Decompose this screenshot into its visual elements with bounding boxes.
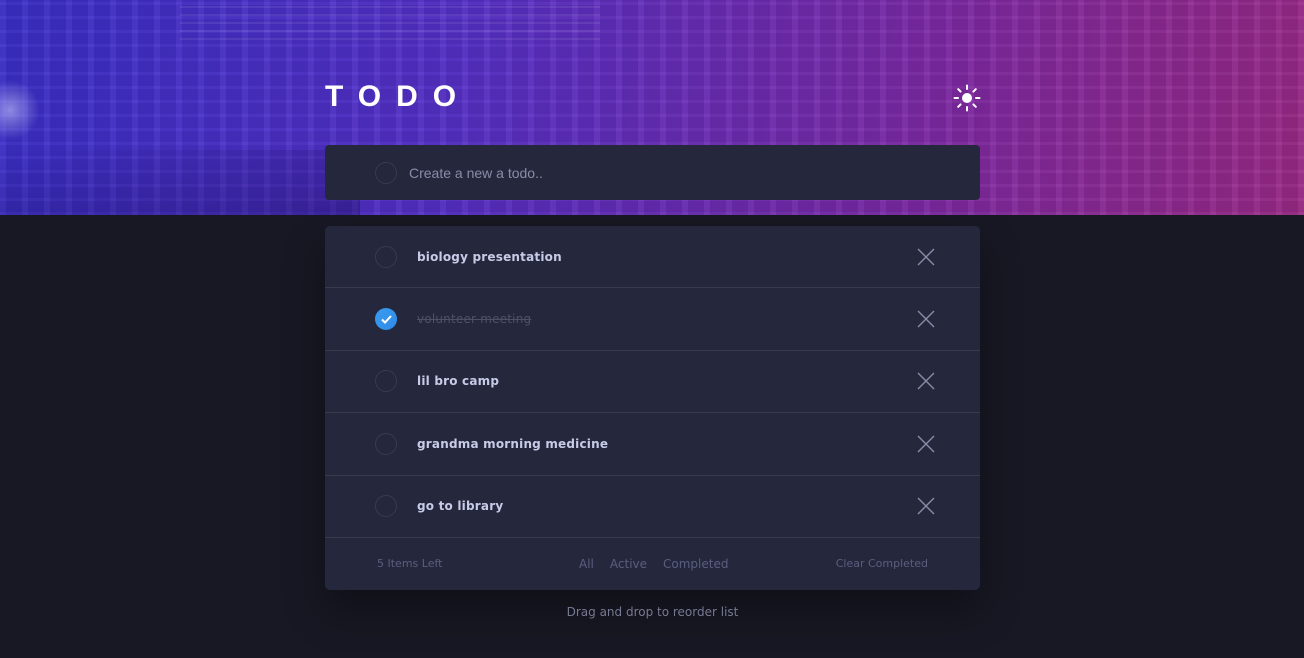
background-floor bbox=[0, 150, 360, 215]
todo-checkbox[interactable] bbox=[375, 495, 397, 518]
delete-icon[interactable] bbox=[916, 371, 936, 391]
clear-completed-button[interactable]: Clear Completed bbox=[836, 557, 928, 570]
todo-label: lil bro camp bbox=[417, 374, 500, 389]
todo-label: biology presentation bbox=[417, 249, 562, 264]
todo-checkbox[interactable] bbox=[375, 370, 397, 393]
background-light bbox=[0, 80, 40, 140]
todo-list: biology presentation volunteer meeting l… bbox=[325, 226, 980, 590]
filter-group: All Active Completed bbox=[579, 557, 728, 571]
items-left-count: 5 Items Left bbox=[377, 557, 443, 571]
todo-label: volunteer meeting bbox=[417, 312, 532, 327]
filter-completed[interactable]: Completed bbox=[663, 557, 728, 571]
todo-label: grandma morning medicine bbox=[417, 436, 609, 451]
todo-item[interactable]: grandma morning medicine bbox=[325, 413, 980, 476]
todo-checkbox[interactable] bbox=[375, 245, 397, 268]
app-title: TODO bbox=[325, 80, 472, 113]
filter-active[interactable]: Active bbox=[610, 557, 647, 571]
todo-checkbox[interactable] bbox=[375, 432, 397, 455]
delete-icon[interactable] bbox=[916, 434, 936, 454]
new-todo-checkbox[interactable] bbox=[375, 161, 397, 184]
background-roof bbox=[180, 0, 600, 40]
todo-item[interactable]: lil bro camp bbox=[325, 351, 980, 414]
theme-toggle-button[interactable] bbox=[953, 84, 981, 112]
todo-label: go to library bbox=[417, 499, 504, 514]
list-footer: 5 Items Left All Active Completed Clear … bbox=[325, 538, 980, 590]
drag-hint: Drag and drop to reorder list bbox=[566, 605, 739, 619]
delete-icon[interactable] bbox=[916, 247, 936, 267]
sun-icon bbox=[953, 84, 981, 112]
todo-item[interactable]: volunteer meeting bbox=[325, 288, 980, 351]
filter-all[interactable]: All bbox=[579, 557, 594, 571]
delete-icon[interactable] bbox=[916, 496, 936, 516]
delete-icon[interactable] bbox=[916, 309, 936, 329]
new-todo-input[interactable] bbox=[409, 164, 929, 181]
todo-item[interactable]: biology presentation bbox=[325, 226, 980, 289]
todo-checkbox-checked[interactable] bbox=[375, 308, 397, 331]
new-todo-bar bbox=[325, 145, 980, 200]
check-icon bbox=[380, 314, 392, 324]
todo-item[interactable]: go to library bbox=[325, 476, 980, 538]
